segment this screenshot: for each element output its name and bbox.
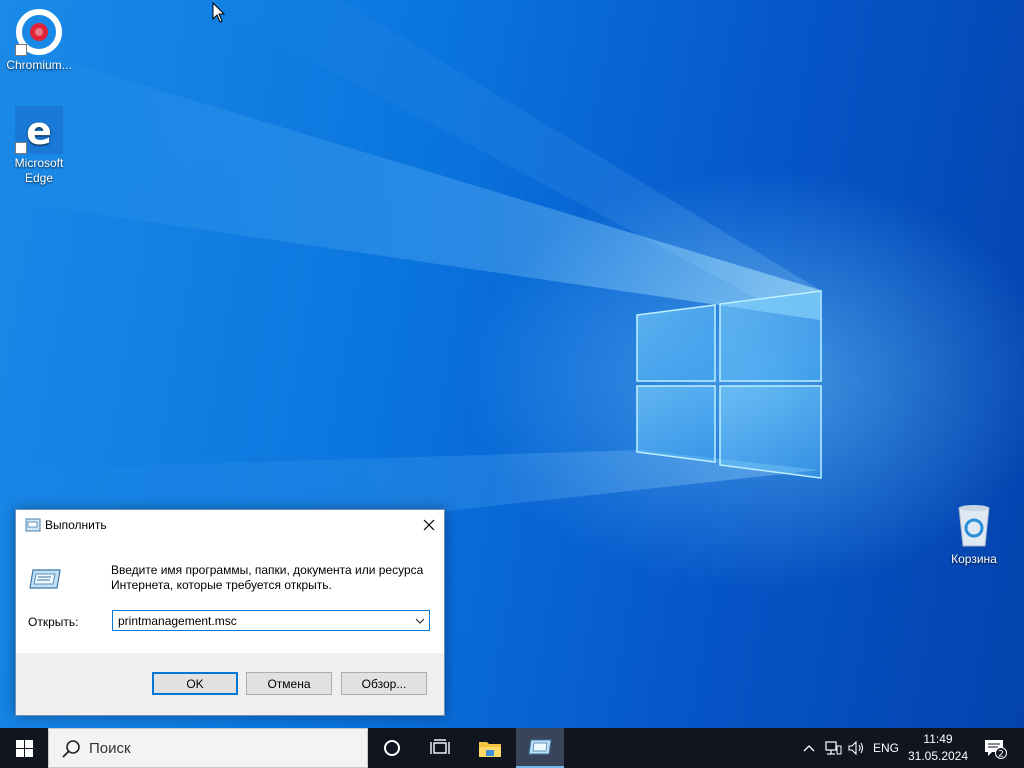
run-taskbar-button[interactable] [516,728,564,768]
windows-start-icon [15,739,33,757]
run-icon [528,739,552,755]
search-icon [62,740,80,758]
taskbar: Поиск ENG 11:49 31.05.2024 2 [0,728,1024,768]
open-input-value[interactable]: printmanagement.msc [118,614,237,628]
desktop-icon-label: Chromium... [6,58,72,72]
task-view-button[interactable] [416,728,464,768]
edge-icon: e [15,106,63,154]
desktop-icon-label: Корзина [951,552,997,566]
start-button[interactable] [0,728,48,768]
run-program-icon [29,569,61,589]
shortcut-arrow-icon [15,44,27,56]
chevron-down-icon[interactable] [415,615,425,627]
language-label: ENG [872,741,899,755]
run-dialog-footer: OK Отмена Обзор... [16,653,444,715]
notification-count: 2 [998,750,1004,760]
run-dialog-titlebar[interactable]: Выполнить [16,510,444,540]
desktop[interactable]: Chromium... e Microsoft Edge Корзина Вып… [0,0,1024,728]
language-indicator[interactable]: ENG [870,728,902,768]
taskbar-search-box[interactable]: Поиск [48,728,368,768]
show-hidden-icons-button[interactable] [800,728,818,768]
clock-time: 11:49 [923,732,953,746]
file-explorer-button[interactable] [466,728,514,768]
cortana-circle-icon [384,740,400,756]
network-icon [825,741,842,755]
network-tray-button[interactable] [822,728,844,768]
svg-text:e: e [26,109,52,153]
shortcut-arrow-icon [15,142,27,154]
mouse-cursor-icon [212,2,226,23]
desktop-icon-label: Microsoft Edge [14,156,64,185]
cancel-button[interactable]: Отмена [246,672,332,695]
search-placeholder: Поиск [89,740,131,757]
ok-button[interactable]: OK [152,672,238,695]
action-center-button[interactable]: 2 [978,728,1012,768]
open-label: Открыть: [28,615,79,629]
volume-tray-button[interactable] [846,728,868,768]
desktop-icon-chromium[interactable]: Chromium... [1,8,77,73]
folder-icon [479,742,501,757]
clock-date: 31.05.2024 [907,749,969,763]
open-combobox[interactable]: printmanagement.msc [112,610,430,631]
run-icon [25,518,41,532]
desktop-icon-edge[interactable]: e Microsoft Edge [1,106,77,186]
clock[interactable]: 11:49 31.05.2024 [900,731,976,765]
run-dialog: Выполнить Введите имя программы, папки, … [15,509,445,716]
run-dialog-title: Выполнить [45,518,107,532]
speaker-icon [848,740,864,756]
notification-icon: 2 [985,740,1007,760]
recycle-bin-icon [950,502,998,550]
close-button[interactable] [414,510,444,540]
chevron-up-icon [803,745,815,752]
task-view-icon [430,739,450,754]
run-dialog-description: Введите имя программы, папки, документа … [111,563,424,592]
desktop-icon-recycle-bin[interactable]: Корзина [936,502,1012,567]
close-icon [423,519,435,531]
cortana-button[interactable] [368,728,416,768]
chromium-icon [15,8,63,56]
browse-button[interactable]: Обзор... [341,672,427,695]
